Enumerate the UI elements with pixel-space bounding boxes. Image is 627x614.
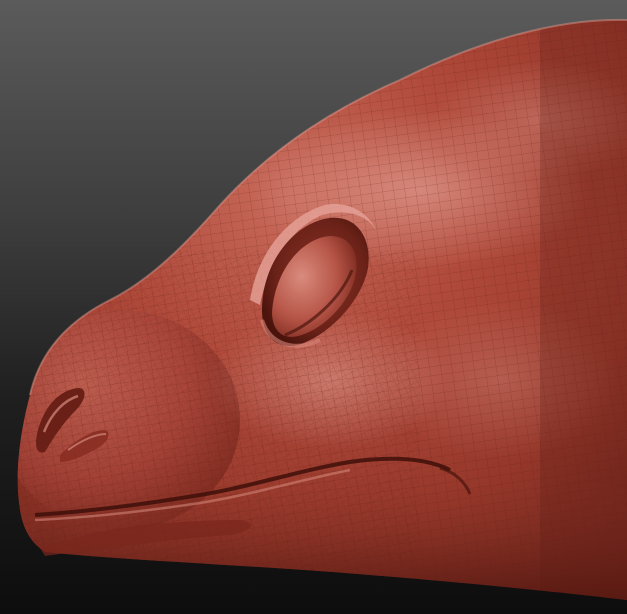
sculpt-viewport[interactable] (0, 0, 627, 614)
clay-head-model (17, 18, 627, 600)
